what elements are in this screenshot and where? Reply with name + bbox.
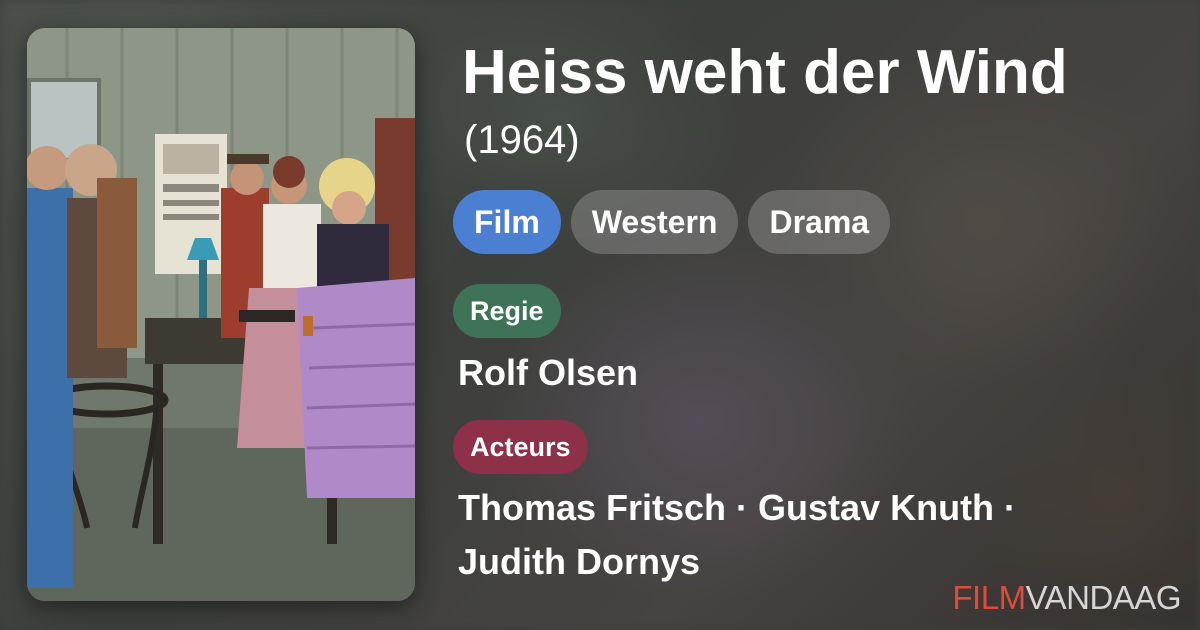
director-name[interactable]: Rolf Olsen [458,346,638,400]
cast-label-badge: Acteurs [453,420,588,474]
logo-part-vandaag: VANDAAG [1025,579,1182,616]
cast-list-line-1[interactable]: Thomas Fritsch · Gustav Knuth · [458,481,1016,535]
genre-chip-western[interactable]: Western [570,190,739,254]
logo-part-film: FILM [952,579,1026,616]
movie-title: Heiss weht der Wind [462,38,1068,107]
poster-scene [27,28,415,601]
release-year: (1964) [464,118,580,162]
genre-chip-film[interactable]: Film [453,190,561,254]
genre-chip-drama[interactable]: Drama [748,190,891,254]
director-label-badge: Regie [453,284,561,338]
cast-list-line-2[interactable]: Judith Dornys [458,535,700,589]
genre-list: Film Western Drama [453,190,891,254]
movie-poster[interactable] [27,28,415,601]
share-card: Heiss weht der Wind (1964) Film Western … [0,0,1200,630]
filmvandaag-logo[interactable]: FILMVANDAAG [952,578,1181,618]
